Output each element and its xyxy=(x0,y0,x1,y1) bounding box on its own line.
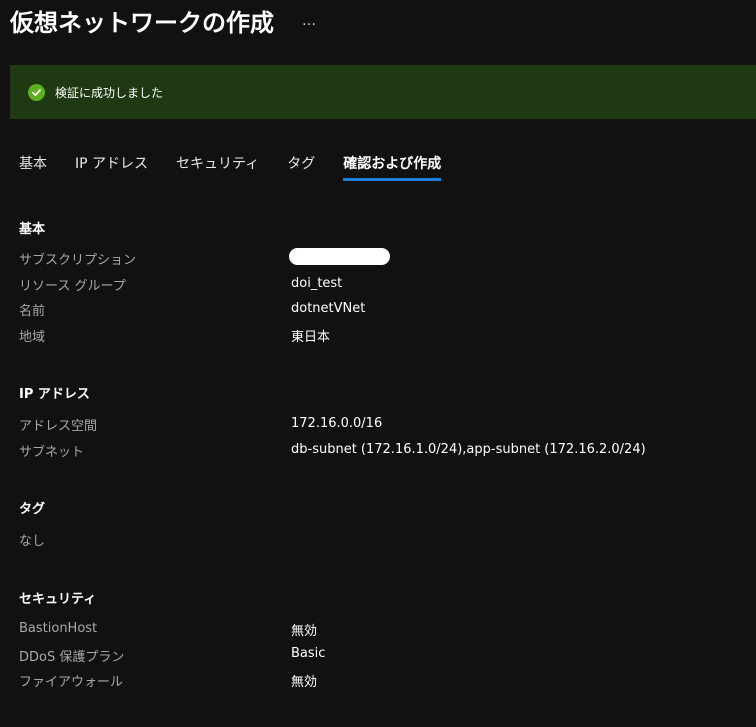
section-heading-basics: 基本 xyxy=(19,222,46,237)
subnet-value: db-subnet (172.16.1.0/24),app-subnet (17… xyxy=(291,442,646,457)
validation-success-banner: 検証に成功しました xyxy=(10,65,756,119)
page-title: 仮想ネットワークの作成 xyxy=(10,8,274,37)
ddos-protection-value: Basic xyxy=(291,646,326,661)
address-space-label: アドレス空間 xyxy=(19,419,98,434)
firewall-value: 無効 xyxy=(291,675,318,690)
section-heading-tags: タグ xyxy=(19,502,46,517)
ddos-protection-label: DDoS 保護プラン xyxy=(19,650,125,665)
tab-bar: 基本 IP アドレス セキュリティ タグ 確認および作成 xyxy=(19,152,469,184)
region-value: 東日本 xyxy=(291,330,331,345)
section-heading-ip-addresses: IP アドレス xyxy=(19,387,90,402)
name-label: 名前 xyxy=(19,304,46,319)
name-value: dotnetVNet xyxy=(291,301,366,316)
title-row: 仮想ネットワークの作成 … xyxy=(10,4,316,37)
more-options-button[interactable]: … xyxy=(302,13,316,29)
tab-review-create[interactable]: 確認および作成 xyxy=(343,152,442,181)
section-heading-security: セキュリティ xyxy=(19,592,97,607)
success-check-icon xyxy=(28,83,45,101)
redacted-subscription-value xyxy=(289,248,390,265)
tab-basics[interactable]: 基本 xyxy=(19,152,47,181)
address-space-value: 172.16.0.0/16 xyxy=(291,416,383,431)
resource-group-label: リソース グループ xyxy=(19,279,126,294)
firewall-label: ファイアウォール xyxy=(19,675,124,690)
banner-message: 検証に成功しました xyxy=(55,85,164,100)
subscription-label: サブスクリプション xyxy=(19,253,137,268)
bastion-host-value: 無効 xyxy=(291,624,318,639)
tab-ip-addresses[interactable]: IP アドレス xyxy=(75,152,148,181)
subnet-label: サブネット xyxy=(19,445,85,460)
bastion-host-label: BastionHost xyxy=(19,621,98,636)
tab-tags[interactable]: タグ xyxy=(287,152,315,181)
region-label: 地域 xyxy=(19,330,46,345)
tab-security[interactable]: セキュリティ xyxy=(176,152,259,181)
tags-none-text: なし xyxy=(19,534,46,549)
resource-group-value: doi_test xyxy=(291,276,343,291)
